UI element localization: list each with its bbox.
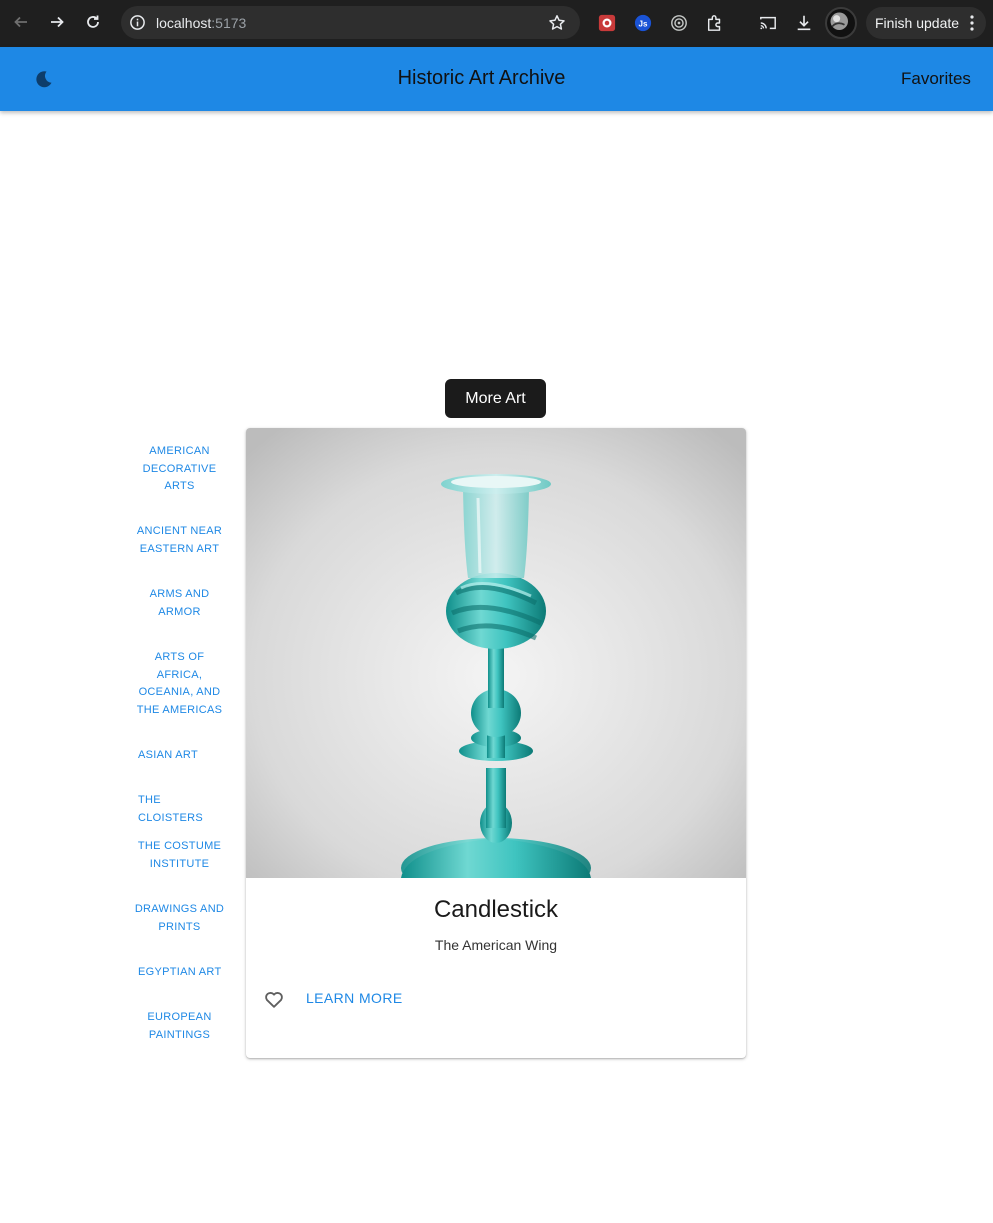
address-bar[interactable]: localhost:5173 <box>121 6 580 39</box>
department-link[interactable]: Asian Art <box>133 747 226 765</box>
url-text: localhost:5173 <box>156 15 247 31</box>
artwork-card: Candlestick The American Wing Learn More <box>246 428 746 1058</box>
bookmark-star-icon[interactable] <box>548 14 566 32</box>
favorites-link[interactable]: Favorites <box>901 69 971 89</box>
browser-toolbar: localhost:5173 Js Finish update <box>0 0 993 47</box>
site-info-icon[interactable] <box>129 14 146 31</box>
finish-update-label: Finish update <box>875 15 960 31</box>
department-link[interactable]: Arms and Armor <box>133 586 226 621</box>
app-title: Historic Art Archive <box>397 67 566 89</box>
cast-icon[interactable] <box>758 13 778 33</box>
extensions-puzzle-icon[interactable] <box>705 13 725 33</box>
download-icon[interactable] <box>794 13 814 33</box>
arrow-right-icon <box>51 16 64 28</box>
more-art-button[interactable]: More Art <box>445 379 546 418</box>
extension-target-icon[interactable] <box>669 13 689 33</box>
reload-icon <box>87 15 99 28</box>
reload-button[interactable] <box>81 10 105 34</box>
forward-button[interactable] <box>45 10 69 34</box>
department-link[interactable]: Drawings and Prints <box>133 901 226 936</box>
back-button[interactable] <box>9 10 33 34</box>
extension-red-icon[interactable] <box>597 13 617 33</box>
more-vert-icon <box>970 15 974 31</box>
department-link[interactable]: Ancient Near Eastern Art <box>133 523 226 558</box>
profile-avatar[interactable] <box>825 7 857 39</box>
extension-js-icon[interactable]: Js <box>633 13 653 33</box>
department-link[interactable]: Arts of Africa, Oceania, and the America… <box>133 649 226 719</box>
finish-update-button[interactable]: Finish update <box>866 7 986 39</box>
artwork-title: Candlestick <box>433 896 559 923</box>
arrow-left-icon <box>14 16 27 28</box>
department-link[interactable]: European Paintings <box>133 1009 226 1044</box>
app-header: Historic Art Archive Favorites <box>0 47 993 111</box>
department-link[interactable]: Egyptian Art <box>133 964 226 982</box>
heart-outline-icon[interactable] <box>263 988 285 1010</box>
artwork-department: The American Wing <box>434 937 558 953</box>
learn-more-button[interactable]: Learn More <box>306 990 403 1006</box>
artwork-image <box>246 428 746 878</box>
department-link[interactable]: American Decorative Arts <box>133 443 226 496</box>
department-link[interactable]: The Cloisters <box>133 792 226 827</box>
department-link[interactable]: The Costume Institute <box>133 838 226 873</box>
svg-text:Js: Js <box>639 20 648 29</box>
